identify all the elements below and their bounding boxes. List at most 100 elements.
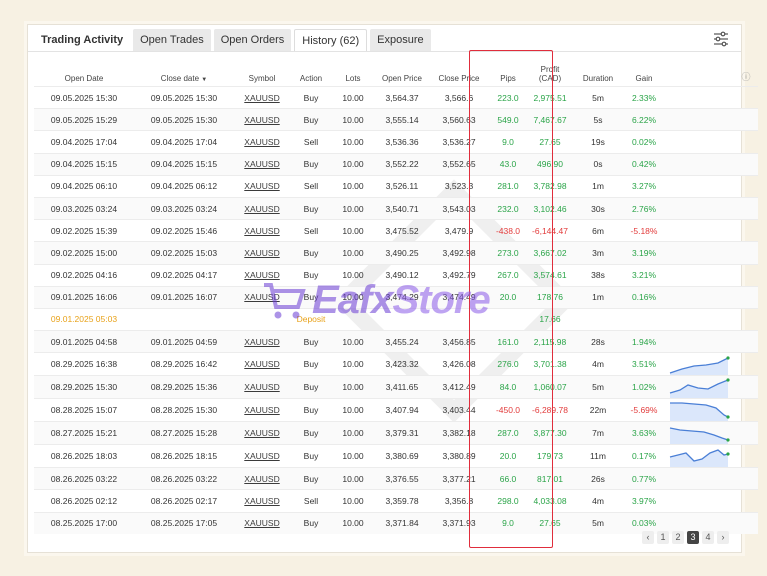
symbol-link-text[interactable]: XAUUSD xyxy=(244,474,279,484)
table-row[interactable]: 09.05.2025 15:29 09.05.2025 15:30 XAUUSD Bu… xyxy=(34,108,758,131)
symbol-link-text[interactable]: XAUUSD xyxy=(244,115,279,125)
table-row[interactable]: 09.01.2025 16:06 09.01.2025 16:07 XAUUSD Bu… xyxy=(34,285,758,309)
sparkline-cell xyxy=(664,467,734,490)
symbol-link[interactable]: XAUUSD xyxy=(234,398,290,422)
symbol-link[interactable]: XAUUSD xyxy=(234,241,290,264)
symbol-link-text[interactable]: XAUUSD xyxy=(244,359,279,369)
action-cell: Sell xyxy=(290,130,332,154)
symbol-link[interactable]: XAUUSD xyxy=(234,352,290,376)
row-spacer xyxy=(734,352,758,376)
symbol-link[interactable]: XAUUSD xyxy=(234,375,290,399)
symbol-link-text[interactable]: XAUUSD xyxy=(244,382,279,392)
symbol-link-text[interactable]: XAUUSD xyxy=(244,496,279,506)
sparkline-cell xyxy=(664,241,734,264)
pips-cell: -450.0 xyxy=(488,398,528,422)
pagination-page-1[interactable]: 1 xyxy=(657,531,669,544)
symbol-link-text[interactable]: XAUUSD xyxy=(244,248,279,258)
symbol-link-text[interactable]: XAUUSD xyxy=(244,181,279,191)
symbol-link[interactable]: XAUUSD xyxy=(234,285,290,309)
col-lots[interactable]: Lots xyxy=(332,53,374,87)
sparkline-cell xyxy=(664,330,734,353)
col-action[interactable]: Action xyxy=(290,53,332,87)
symbol-link[interactable]: XAUUSD xyxy=(234,489,290,513)
pagination-page-2[interactable]: 2 xyxy=(672,531,684,544)
symbol-link[interactable]: XAUUSD xyxy=(234,130,290,154)
row-spacer xyxy=(734,398,758,422)
symbol-link[interactable]: XAUUSD xyxy=(234,330,290,353)
duration-cell xyxy=(572,307,624,331)
symbol-link-text[interactable]: XAUUSD xyxy=(244,137,279,147)
symbol-link[interactable]: XAUUSD xyxy=(234,467,290,490)
symbol-link[interactable]: XAUUSD xyxy=(234,263,290,287)
symbol-link[interactable]: XAUUSD xyxy=(234,511,290,534)
symbol-link-text[interactable]: XAUUSD xyxy=(244,270,279,280)
table-row[interactable]: 09.05.2025 15:30 09.05.2025 15:30 XAUUSD Bu… xyxy=(34,85,758,109)
col-symbol[interactable]: Symbol xyxy=(234,53,290,87)
table-row[interactable]: 08.26.2025 18:03 08.26.2025 18:15 XAUUSD Bu… xyxy=(34,444,758,468)
table-row[interactable]: 08.28.2025 15:07 08.28.2025 15:30 XAUUSD Bu… xyxy=(34,398,758,422)
deposit-row[interactable]: 09.01.2025 05:03 Deposit 17.66 xyxy=(34,307,758,331)
close-date-cell: 08.29.2025 15:36 xyxy=(134,375,234,399)
symbol-link-text[interactable]: XAUUSD xyxy=(244,226,279,236)
symbol-link[interactable]: XAUUSD xyxy=(234,174,290,198)
table-row[interactable]: 09.01.2025 04:58 09.01.2025 04:59 XAUUSD Bu… xyxy=(34,330,758,353)
symbol-link-text[interactable]: XAUUSD xyxy=(244,451,279,461)
pagination-next-button[interactable]: › xyxy=(717,531,729,544)
symbol-link[interactable] xyxy=(234,307,290,331)
table-row[interactable]: 08.29.2025 16:38 08.29.2025 16:42 XAUUSD Bu… xyxy=(34,352,758,376)
duration-cell: 5m xyxy=(572,375,624,399)
symbol-link-text[interactable]: XAUUSD xyxy=(244,405,279,415)
symbol-link[interactable]: XAUUSD xyxy=(234,444,290,468)
pips-cell: 549.0 xyxy=(488,108,528,131)
symbol-link-text[interactable]: XAUUSD xyxy=(244,93,279,103)
table-row[interactable]: 08.26.2025 02:12 08.26.2025 02:17 XAUUSD Se… xyxy=(34,489,758,513)
table-row[interactable]: 09.02.2025 15:39 09.02.2025 15:46 XAUUSD Se… xyxy=(34,219,758,242)
settings-sliders-icon[interactable] xyxy=(713,31,729,47)
symbol-link[interactable]: XAUUSD xyxy=(234,85,290,109)
tab-trading-activity[interactable]: Trading Activity xyxy=(34,29,130,51)
symbol-link-text[interactable]: XAUUSD xyxy=(244,204,279,214)
col-duration[interactable]: Duration xyxy=(572,53,624,87)
col-open-date[interactable]: Open Date xyxy=(34,53,134,87)
col-close-date[interactable]: Close date ▼ xyxy=(134,53,234,87)
col-gain[interactable]: Gain xyxy=(624,53,664,87)
symbol-link[interactable]: XAUUSD xyxy=(234,219,290,242)
symbol-link-text[interactable]: XAUUSD xyxy=(244,292,279,302)
tab-exposure[interactable]: Exposure xyxy=(370,29,431,51)
tab-open-orders[interactable]: Open Orders xyxy=(213,29,292,51)
pagination-page-4[interactable]: 4 xyxy=(702,531,714,544)
table-row[interactable]: 09.04.2025 17:04 09.04.2025 17:04 XAUUSD Se… xyxy=(34,130,758,154)
symbol-link[interactable]: XAUUSD xyxy=(234,196,290,220)
open-price-cell: 3,423.32 xyxy=(374,352,430,376)
table-row[interactable]: 09.02.2025 04:16 09.02.2025 04:17 XAUUSD Bu… xyxy=(34,263,758,287)
table-row[interactable]: 09.02.2025 15:00 09.02.2025 15:03 XAUUSD Bu… xyxy=(34,241,758,264)
table-row[interactable]: 09.04.2025 06:10 09.04.2025 06:12 XAUUSD Se… xyxy=(34,174,758,198)
symbol-link-text[interactable]: XAUUSD xyxy=(244,337,279,347)
table-row[interactable]: 08.27.2025 15:21 08.27.2025 15:28 XAUUSD Bu… xyxy=(34,421,758,445)
profit-cell: 3,574.61 xyxy=(528,263,572,287)
row-spacer xyxy=(734,330,758,353)
table-row[interactable]: 08.29.2025 15:30 08.29.2025 15:36 XAUUSD Bu… xyxy=(34,375,758,399)
col-open-price[interactable]: Open Price xyxy=(374,53,430,87)
symbol-link-text[interactable]: XAUUSD xyxy=(244,159,279,169)
col-pips[interactable]: Pips xyxy=(488,53,528,87)
tab-open-trades[interactable]: Open Trades xyxy=(133,29,211,51)
close-price-cell: 3,492.98 xyxy=(430,241,488,264)
symbol-link[interactable]: XAUUSD xyxy=(234,108,290,131)
action-cell: Buy xyxy=(290,330,332,353)
profit-cell: 27.65 xyxy=(528,130,572,154)
table-row[interactable]: 09.04.2025 15:15 09.04.2025 15:15 XAUUSD Bu… xyxy=(34,152,758,176)
symbol-link[interactable]: XAUUSD xyxy=(234,421,290,445)
pagination-page-3[interactable]: 3 xyxy=(687,531,699,544)
table-row[interactable]: 09.03.2025 03:24 09.03.2025 03:24 XAUUSD Bu… xyxy=(34,196,758,220)
table-row[interactable]: 08.26.2025 03:22 08.26.2025 03:22 XAUUSD Bu… xyxy=(34,467,758,490)
open-price-cell: 3,490.12 xyxy=(374,263,430,287)
col-close-price[interactable]: Close Price xyxy=(430,53,488,87)
symbol-link[interactable]: XAUUSD xyxy=(234,152,290,176)
info-icon[interactable]: ⓘ xyxy=(734,53,758,87)
symbol-link-text[interactable]: XAUUSD xyxy=(244,518,279,528)
pagination-prev-button[interactable]: ‹ xyxy=(642,531,654,544)
symbol-link-text[interactable]: XAUUSD xyxy=(244,428,279,438)
tab-history[interactable]: History (62) xyxy=(294,28,368,52)
col-profit[interactable]: Profit (CAD) xyxy=(528,53,572,87)
